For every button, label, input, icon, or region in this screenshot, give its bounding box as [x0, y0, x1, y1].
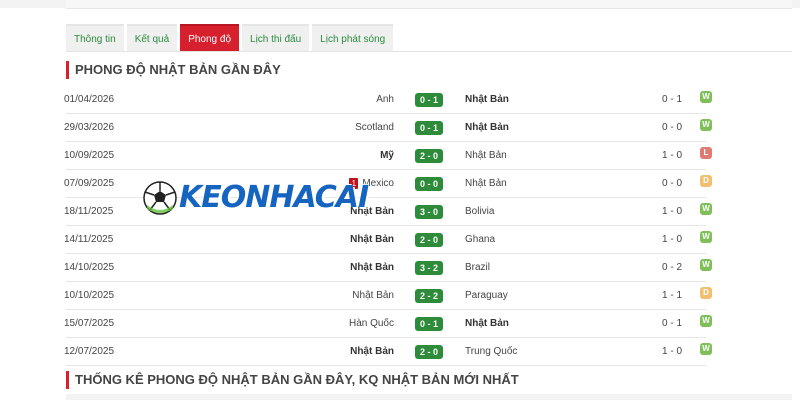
match-date: 15/07/2025: [64, 318, 115, 329]
match-row[interactable]: 14/10/2025 Nhật Bản 3 - 2 Brazil 0 - 2 W: [64, 254, 712, 282]
match-row[interactable]: 14/11/2025 Nhật Bản 2 - 0 Ghana 1 - 0 W: [64, 226, 712, 254]
result-badge: W: [700, 203, 712, 215]
half-time-score: 0 - 2: [662, 262, 683, 273]
away-team[interactable]: Brazil: [465, 254, 490, 281]
result-badge: W: [700, 119, 712, 131]
tab-broadcast[interactable]: Lịch phát sóng: [312, 24, 394, 51]
result-badge: L: [700, 147, 712, 159]
home-team[interactable]: Scotland: [355, 114, 394, 141]
score-badge[interactable]: 0 - 1: [415, 121, 443, 135]
score-badge[interactable]: 0 - 1: [415, 93, 443, 107]
match-row[interactable]: 10/09/2025 Mỹ 2 - 0 Nhật Bản 1 - 0 L: [64, 142, 712, 170]
result-badge: D: [700, 175, 712, 187]
match-date: 10/10/2025: [64, 290, 115, 301]
half-time-score: 1 - 0: [662, 234, 683, 245]
section-title-stats: THỐNG KÊ PHONG ĐỘ NHẬT BẢN GẦN ĐÂY, KQ N…: [66, 371, 519, 389]
score-badge[interactable]: 3 - 2: [415, 261, 443, 275]
section-bottom-bar: [66, 394, 792, 400]
home-team-name: Scotland: [355, 122, 394, 133]
away-team[interactable]: Paraguay: [465, 282, 508, 309]
tab-fixtures[interactable]: Lịch thi đấu: [242, 24, 310, 51]
match-date: 14/11/2025: [64, 234, 114, 245]
away-team[interactable]: Ghana: [465, 226, 495, 253]
tab-form[interactable]: Phong độ: [180, 24, 240, 51]
soccer-ball-icon: [143, 180, 177, 215]
top-strip-inner: [66, 0, 792, 9]
top-strip: [0, 0, 800, 9]
watermark-text: KEONHACAI: [179, 180, 369, 215]
score-badge[interactable]: 2 - 0: [415, 345, 443, 359]
result-badge: D: [700, 287, 712, 299]
away-team[interactable]: Trung Quốc: [465, 338, 517, 365]
half-time-score: 1 - 0: [662, 150, 683, 161]
away-team[interactable]: Nhật Bản: [465, 310, 509, 337]
half-time-score: 1 - 0: [662, 346, 683, 357]
score-badge[interactable]: 3 - 0: [415, 205, 443, 219]
match-row[interactable]: 15/07/2025 Hàn Quốc 0 - 1 Nhật Bản 0 - 1 W: [64, 310, 712, 338]
section-title-form: PHONG ĐỘ NHẬT BẢN GẦN ĐÂY: [66, 61, 281, 79]
half-time-score: 0 - 0: [662, 178, 683, 189]
match-date: 01/04/2026: [64, 94, 115, 105]
home-team[interactable]: Anh: [376, 86, 394, 113]
home-team[interactable]: Mỹ: [380, 142, 394, 169]
watermark-logo: KEONHACAI: [143, 180, 369, 215]
result-badge: W: [700, 91, 712, 103]
score-badge[interactable]: 2 - 0: [415, 233, 443, 247]
tabs-divider: [66, 51, 792, 52]
home-team-name: Nhật Bản: [350, 346, 394, 357]
home-team-name: Nhật Bản: [350, 262, 394, 273]
match-date: 18/11/2025: [64, 206, 114, 217]
home-team-name: Nhật Bản: [352, 290, 394, 301]
home-team-name: Nhật Bản: [350, 234, 394, 245]
match-date: 12/07/2025: [64, 346, 115, 357]
half-time-score: 0 - 1: [662, 94, 683, 105]
home-team-name: Mỹ: [380, 150, 394, 161]
home-team[interactable]: Nhật Bản: [350, 226, 394, 253]
half-time-score: 1 - 1: [662, 290, 683, 301]
match-row[interactable]: 29/03/2026 Scotland 0 - 1 Nhật Bản 0 - 0 W: [64, 114, 712, 142]
match-row[interactable]: 01/04/2026 Anh 0 - 1 Nhật Bản 0 - 1 W: [64, 86, 712, 114]
away-team[interactable]: Nhật Bản: [465, 114, 509, 141]
home-team[interactable]: Nhật Bản: [350, 254, 394, 281]
away-team[interactable]: Nhật Bản: [465, 142, 507, 169]
result-badge: W: [700, 231, 712, 243]
match-date: 29/03/2026: [64, 122, 115, 133]
tab-info[interactable]: Thông tin: [66, 24, 124, 51]
home-team[interactable]: Hàn Quốc: [349, 310, 394, 337]
away-team[interactable]: Bolivia: [465, 198, 494, 225]
score-badge[interactable]: 2 - 2: [415, 289, 443, 303]
half-time-score: 0 - 1: [662, 318, 683, 329]
match-date: 10/09/2025: [64, 150, 115, 161]
away-team[interactable]: Nhật Bản: [465, 86, 509, 113]
match-row[interactable]: 12/07/2025 Nhật Bản 2 - 0 Trung Quốc 1 - 0 W: [64, 338, 712, 366]
away-team[interactable]: Nhật Bản: [465, 170, 507, 197]
score-badge[interactable]: 0 - 1: [415, 317, 443, 331]
half-time-score: 1 - 0: [662, 206, 683, 217]
match-row[interactable]: 10/10/2025 Nhật Bản 2 - 2 Paraguay 1 - 1 D: [64, 282, 712, 310]
half-time-score: 0 - 0: [662, 122, 683, 133]
result-badge: W: [700, 315, 712, 327]
tab-bar: Thông tin Kết quả Phong độ Lịch thi đấu …: [66, 24, 394, 51]
score-badge[interactable]: 2 - 0: [415, 149, 443, 163]
match-date: 07/09/2025: [64, 178, 115, 189]
home-team[interactable]: Nhật Bản: [350, 338, 394, 365]
result-badge: W: [700, 259, 712, 271]
home-team-name: Hàn Quốc: [348, 318, 394, 329]
home-team[interactable]: Nhật Bản: [352, 282, 394, 309]
match-date: 14/10/2025: [64, 262, 115, 273]
score-badge[interactable]: 0 - 0: [415, 177, 443, 191]
tab-results[interactable]: Kết quả: [126, 24, 178, 51]
home-team-name: Anh: [376, 94, 394, 105]
match-list: 01/04/2026 Anh 0 - 1 Nhật Bản 0 - 1 W 29/03/20…: [0, 86, 800, 366]
result-badge: W: [700, 343, 712, 355]
